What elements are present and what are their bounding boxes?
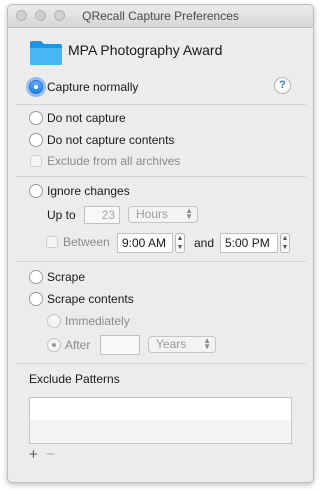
capture-normally-label[interactable]: Capture normally bbox=[47, 80, 138, 94]
do-not-capture-contents-label[interactable]: Do not capture contents bbox=[47, 133, 174, 147]
after-unit-value: Years bbox=[156, 337, 187, 351]
preferences-window: QRecall Capture Preferences MPA Photogra… bbox=[7, 4, 314, 483]
item-name: MPA Photography Award bbox=[68, 42, 223, 58]
exclude-patterns-list[interactable] bbox=[29, 397, 292, 444]
do-not-capture-contents-radio[interactable] bbox=[29, 133, 43, 147]
separator bbox=[16, 261, 306, 262]
ignore-changes-radio[interactable] bbox=[29, 184, 43, 198]
popup-arrows-icon: ▲ ▼ bbox=[203, 336, 211, 351]
separator bbox=[16, 176, 306, 177]
window-title: QRecall Capture Preferences bbox=[82, 9, 239, 23]
do-not-capture-label[interactable]: Do not capture bbox=[47, 111, 126, 125]
up-to-unit-value: Hours bbox=[136, 207, 169, 221]
between-label[interactable]: Between bbox=[63, 235, 110, 249]
up-to-label: Up to bbox=[47, 208, 76, 222]
exclude-all-archives-checkbox[interactable] bbox=[30, 155, 42, 167]
do-not-capture-radio[interactable] bbox=[29, 111, 43, 125]
between-checkbox[interactable] bbox=[46, 236, 58, 248]
remove-pattern-button[interactable]: − bbox=[46, 446, 55, 463]
after-radio[interactable] bbox=[47, 338, 61, 352]
end-time-field[interactable]: 5:00 PM bbox=[220, 233, 278, 253]
scrape-contents-radio[interactable] bbox=[29, 292, 43, 306]
after-field[interactable] bbox=[100, 335, 140, 355]
after-label[interactable]: After bbox=[65, 338, 90, 352]
and-label: and bbox=[194, 236, 215, 250]
scrape-radio[interactable] bbox=[29, 270, 43, 284]
popup-arrows-icon: ▲ ▼ bbox=[185, 206, 193, 221]
scrape-contents-label[interactable]: Scrape contents bbox=[47, 292, 134, 306]
immediately-radio[interactable] bbox=[47, 314, 61, 328]
list-row bbox=[30, 420, 291, 443]
scrape-label[interactable]: Scrape bbox=[47, 270, 85, 284]
help-button[interactable]: ? bbox=[274, 77, 291, 94]
up-to-unit-popup[interactable]: Hours ▲ ▼ bbox=[128, 206, 198, 223]
separator bbox=[16, 363, 306, 364]
add-pattern-button[interactable]: + bbox=[29, 446, 38, 463]
after-unit-popup[interactable]: Years ▲ ▼ bbox=[148, 336, 216, 353]
separator bbox=[16, 104, 306, 105]
start-time-stepper[interactable]: ▲ ▼ bbox=[175, 233, 185, 253]
exclude-patterns-title: Exclude Patterns bbox=[29, 372, 120, 386]
end-time-stepper[interactable]: ▲ ▼ bbox=[280, 233, 290, 253]
title-bar: QRecall Capture Preferences bbox=[8, 5, 313, 28]
exclude-all-archives-label[interactable]: Exclude from all archives bbox=[47, 154, 180, 168]
capture-normally-radio[interactable] bbox=[29, 80, 43, 94]
folder-icon bbox=[30, 41, 62, 65]
immediately-label[interactable]: Immediately bbox=[65, 314, 130, 328]
ignore-changes-label[interactable]: Ignore changes bbox=[47, 184, 130, 198]
start-time-field[interactable]: 9:00 AM bbox=[117, 233, 173, 253]
up-to-field[interactable]: 23 bbox=[84, 206, 120, 224]
